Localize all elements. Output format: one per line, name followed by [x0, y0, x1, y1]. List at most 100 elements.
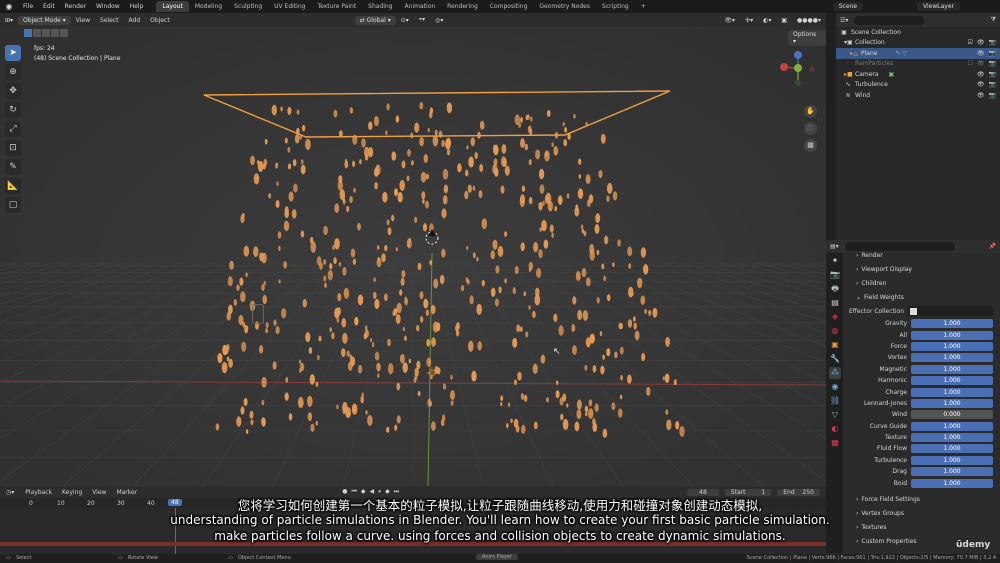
outliner-editor-icon[interactable]: ☰▾ [840, 17, 848, 24]
mode-dropdown[interactable]: Object Mode ▾ [18, 15, 71, 25]
properties-editor-icon[interactable]: ▤▾ [830, 243, 839, 250]
checkbox-icon[interactable]: ☑ [968, 39, 973, 46]
section-viewport-display[interactable]: › Viewport Display [848, 262, 998, 276]
particles-tab-icon[interactable]: ⁂ [829, 367, 841, 379]
view-layer-selector[interactable]: ViewLayer [917, 2, 960, 11]
rotate-tool-icon[interactable]: ↻ [5, 102, 21, 118]
transform-orientation-dropdown[interactable]: ⇄ Global ▾ [354, 15, 396, 25]
physics-tab-icon[interactable]: ◉ [829, 381, 841, 393]
view-layer-tab-icon[interactable]: ▤ [829, 297, 841, 309]
menu-window[interactable]: Window [91, 3, 125, 10]
checkbox-icon[interactable]: ☐ [968, 60, 973, 67]
workspace-tab-rendering[interactable]: Rendering [441, 1, 484, 12]
camera-render-icon[interactable]: 📷 [989, 81, 996, 88]
outliner-row-plane[interactable]: ▸△ Plane ✎ ▽ 👁 📷 [836, 48, 1000, 59]
object-tab-icon[interactable]: ▣ [829, 339, 841, 351]
options-dropdown[interactable]: Options ▾ [788, 30, 826, 46]
effector-collection-field[interactable] [908, 306, 993, 316]
workspace-tab-sculpting[interactable]: Sculpting [228, 1, 268, 12]
scene-selector[interactable]: Scene [832, 2, 864, 11]
field-weight-slider[interactable]: 1.000 [911, 353, 993, 363]
hand-pan-icon[interactable]: ✋ [804, 105, 817, 118]
outliner-search-input[interactable] [854, 15, 925, 25]
anim-player-badge[interactable]: Anim Player [476, 554, 518, 560]
workspace-tab-scripting[interactable]: Scripting [596, 1, 635, 12]
workspace-tab-layout[interactable]: Layout [156, 1, 189, 12]
eye-icon[interactable]: 👁 [977, 39, 985, 46]
menu-help[interactable]: Help [125, 3, 149, 10]
eye-icon[interactable]: 👁 [977, 81, 985, 88]
camera-render-icon[interactable]: 📷 [989, 50, 996, 57]
field-weight-slider[interactable]: 1.000 [911, 455, 993, 465]
eye-icon[interactable]: 👁 [977, 50, 985, 57]
field-weight-slider[interactable]: 0.000 [911, 410, 993, 420]
output-tab-icon[interactable]: 🖶 [829, 283, 841, 295]
outliner-row-rainparticles[interactable]: · RainParticles ☐ 👁 📷 [836, 59, 1000, 70]
select-new-icon[interactable] [24, 29, 32, 37]
camera-render-icon[interactable]: 📷 [989, 71, 996, 78]
tool-tab-icon[interactable]: ✦ [829, 255, 841, 267]
perspective-toggle-icon[interactable]: ▦ [804, 139, 817, 152]
section-render[interactable]: › Render [848, 248, 998, 262]
menu-view[interactable]: View [71, 17, 95, 24]
workspace-tab-compositing[interactable]: Compositing [484, 1, 534, 12]
menu-file[interactable]: File [18, 3, 38, 10]
pivot-icon[interactable]: ⊙▾ [396, 17, 414, 24]
material-tab-icon[interactable]: ◐ [829, 423, 841, 435]
workspace-tab-uv-editing[interactable]: UV Editing [268, 1, 311, 12]
outliner-row-wind[interactable]: ≋ Wind 👁 📷 [836, 90, 1000, 101]
outliner-row-scene-collection[interactable]: ▣ Scene Collection [836, 27, 1000, 38]
select-box-tool-icon[interactable]: ➤ [5, 45, 21, 61]
filter-icon[interactable]: ⧩ [991, 16, 996, 24]
workspace-tab-geometry-nodes[interactable]: Geometry Nodes [533, 1, 596, 12]
field-weight-slider[interactable]: 1.000 [911, 330, 993, 340]
scene-tab-icon[interactable]: ◈ [829, 311, 841, 323]
transform-tool-icon[interactable]: ⊡ [5, 140, 21, 156]
field-weight-slider[interactable]: 1.000 [911, 387, 993, 397]
render-tab-icon[interactable]: 📷 [829, 269, 841, 281]
camera-view-icon[interactable]: 🎥 [804, 122, 817, 135]
eye-icon[interactable]: 👁 [977, 60, 985, 67]
snap-icon[interactable]: ⌖▾ [414, 16, 430, 24]
workspace-tab-animation[interactable]: Animation [399, 1, 442, 12]
field-weight-slider[interactable]: 1.000 [911, 478, 993, 488]
section-children[interactable]: › Children [848, 276, 998, 290]
field-weight-slider[interactable]: 1.000 [911, 433, 993, 443]
field-weight-slider[interactable]: 1.000 [911, 444, 993, 454]
cursor-tool-icon[interactable]: ⊕ [5, 64, 21, 80]
eye-icon[interactable]: 👁 [977, 71, 985, 78]
menu-render[interactable]: Render [60, 3, 91, 10]
select-extend-icon[interactable] [33, 29, 41, 37]
camera-render-icon[interactable]: 📷 [989, 60, 996, 67]
section-field-weights[interactable]: ⌄ Field Weights [848, 290, 998, 304]
outliner-row-collection[interactable]: ▾▣ Collection ☑ 👁 📷 [836, 38, 1000, 49]
workspace-tab-modeling[interactable]: Modeling [189, 1, 228, 12]
menu-select[interactable]: Select [95, 17, 124, 24]
3d-viewport[interactable]: ⊞▾ Object Mode ▾ View Select Add Object … [0, 13, 826, 486]
menu-add[interactable]: Add [124, 17, 146, 24]
proportional-edit-icon[interactable]: ◎▾ [430, 17, 448, 24]
field-weight-slider[interactable]: 1.000 [911, 341, 993, 351]
workspace-tab-shading[interactable]: Shading [362, 1, 398, 12]
scale-tool-icon[interactable]: ⤢ [5, 121, 21, 137]
constraints-tab-icon[interactable]: ⛓ [829, 395, 841, 407]
add-workspace-button[interactable]: + [635, 1, 652, 12]
field-weight-slider[interactable]: 1.000 [911, 467, 993, 477]
move-tool-icon[interactable]: ✥ [5, 83, 21, 99]
menu-edit[interactable]: Edit [38, 3, 60, 10]
xray-icon[interactable]: ▣ [776, 17, 792, 24]
field-weight-slider[interactable]: 1.000 [911, 421, 993, 431]
annotate-tool-icon[interactable]: ✎ [5, 159, 21, 175]
measure-tool-icon[interactable]: 📐 [5, 178, 21, 194]
field-weight-slider[interactable]: 1.000 [911, 319, 993, 329]
eye-icon[interactable]: 👁 [977, 92, 985, 99]
shading-modes-icon[interactable]: ●●●●▾ [792, 17, 826, 24]
field-weight-slider[interactable]: 1.000 [911, 376, 993, 386]
navigation-gizmo[interactable] [774, 47, 824, 97]
select-intersect-icon[interactable] [60, 29, 68, 37]
workspace-tab-texture-paint[interactable]: Texture Paint [311, 1, 362, 12]
outliner-row-turbulence[interactable]: ∿ Turbulence 👁 📷 [836, 80, 1000, 91]
gizmo-toggle-icon[interactable]: ✣▾ [740, 17, 758, 24]
data-tab-icon[interactable]: ▽ [829, 409, 841, 421]
outliner-row-camera[interactable]: ▸■ Camera ▣ 👁 📷 [836, 69, 1000, 80]
